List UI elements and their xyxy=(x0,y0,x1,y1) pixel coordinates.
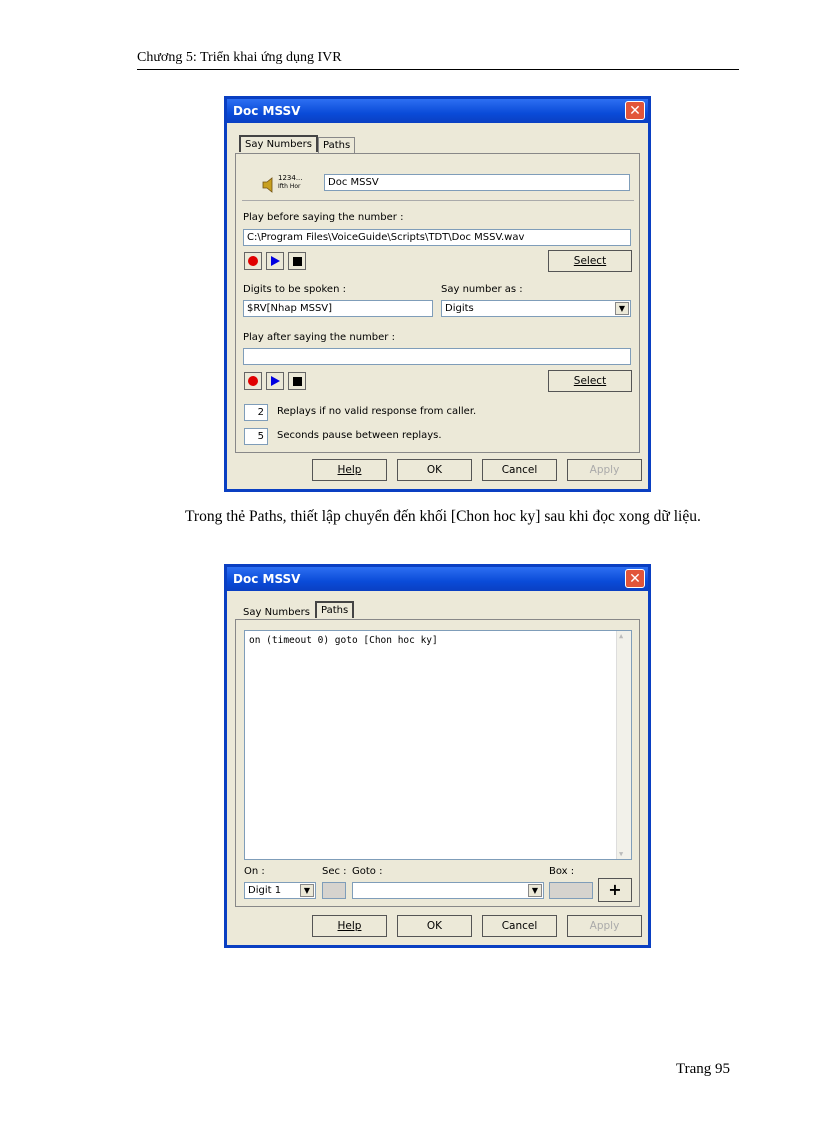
cancel-button[interactable]: Cancel xyxy=(482,459,557,481)
paths-dialog: Doc MSSV ✕ Say Numbers Paths on (timeout… xyxy=(224,564,651,948)
body-paragraph: Trong thẻ Paths, thiết lập chuyển đến kh… xyxy=(137,503,737,531)
play-after-label: Play after saying the number : xyxy=(243,332,395,343)
divider xyxy=(242,200,634,201)
scrollbar[interactable]: ▲ ▼ xyxy=(616,631,631,859)
ok-label: OK xyxy=(426,920,443,932)
goto-label: Goto : xyxy=(352,866,383,877)
select-after-button[interactable]: Select xyxy=(548,370,632,392)
digits-field[interactable]: $RV[Nhap MSSV] xyxy=(243,300,433,317)
stop-icon xyxy=(293,257,302,266)
say-as-label: Say number as : xyxy=(441,284,523,295)
digits-label: Digits to be spoken : xyxy=(243,284,346,295)
say-as-select[interactable]: Digits ▼ xyxy=(441,300,631,317)
paths-text: on (timeout 0) goto [Chon hoc ky] xyxy=(249,635,438,646)
say-as-value: Digits xyxy=(445,303,474,314)
paths-textarea[interactable]: on (timeout 0) goto [Chon hoc ky] ▲ ▼ xyxy=(244,630,632,860)
apply-button[interactable]: Apply xyxy=(567,915,642,937)
chevron-down-icon[interactable]: ▼ xyxy=(300,884,314,897)
dialog-titlebar: Doc MSSV ✕ xyxy=(227,567,648,591)
scroll-down-icon[interactable]: ▼ xyxy=(619,850,623,858)
replays-label: Replays if no valid response from caller… xyxy=(277,406,477,417)
play-before-field[interactable]: C:\Program Files\VoiceGuide\Scripts\TDT\… xyxy=(243,229,631,246)
close-icon[interactable]: ✕ xyxy=(625,569,645,588)
stop-icon xyxy=(293,377,302,386)
cancel-label: Cancel xyxy=(501,920,538,932)
sec-input[interactable] xyxy=(322,882,346,899)
on-select[interactable]: Digit 1 ▼ xyxy=(244,882,316,899)
tab-panel: on (timeout 0) goto [Chon hoc ky] ▲ ▼ On… xyxy=(235,619,640,907)
goto-select[interactable]: ▼ xyxy=(352,882,544,899)
ok-label: OK xyxy=(426,464,443,476)
pause-input[interactable]: 5 xyxy=(244,428,268,445)
record-icon xyxy=(248,376,258,386)
page-header: Chương 5: Triển khai ứng dụng IVR xyxy=(137,50,739,70)
apply-label: Apply xyxy=(589,464,620,476)
cancel-button[interactable]: Cancel xyxy=(482,915,557,937)
play-before-label: Play before saying the number : xyxy=(243,212,404,223)
select-label: Select xyxy=(573,255,607,267)
say-numbers-dialog: Doc MSSV ✕ Say Numbers Paths 1234... Ift… xyxy=(224,96,651,492)
scroll-up-icon[interactable]: ▲ xyxy=(619,632,623,640)
help-label: Help xyxy=(337,464,362,476)
help-button[interactable]: Help xyxy=(312,459,387,481)
tab-paths[interactable]: Paths xyxy=(318,137,356,154)
on-label: On : xyxy=(244,866,265,877)
plus-icon: + xyxy=(608,880,622,899)
select-before-button[interactable]: Select xyxy=(548,250,632,272)
speaker-icon: 1234... Ifth Hor xyxy=(262,174,308,194)
tab-say-numbers[interactable]: Say Numbers xyxy=(239,135,318,152)
dialog-titlebar: Doc MSSV ✕ xyxy=(227,99,648,123)
play-after-field[interactable] xyxy=(243,348,631,365)
add-path-button[interactable]: + xyxy=(598,878,632,902)
stop-button[interactable] xyxy=(288,372,306,390)
page-number: Trang 95 xyxy=(676,1061,731,1077)
play-icon xyxy=(271,256,280,266)
play-button[interactable] xyxy=(266,252,284,270)
help-label: Help xyxy=(337,920,362,932)
record-button[interactable] xyxy=(244,252,262,270)
paragraph-text: Trong thẻ Paths, thiết lập chuyển đến kh… xyxy=(185,508,701,525)
record-button[interactable] xyxy=(244,372,262,390)
record-icon xyxy=(248,256,258,266)
ok-button[interactable]: OK xyxy=(397,459,472,481)
pause-label: Seconds pause between replays. xyxy=(277,430,442,441)
apply-label: Apply xyxy=(589,920,620,932)
tab-paths[interactable]: Paths xyxy=(315,601,355,618)
on-value: Digit 1 xyxy=(248,885,282,896)
play-icon xyxy=(271,376,280,386)
help-button[interactable]: Help xyxy=(312,915,387,937)
box-label: Box : xyxy=(549,866,575,877)
dialog-title: Doc MSSV xyxy=(233,104,301,118)
dialog-title: Doc MSSV xyxy=(233,572,301,586)
sec-label: Sec : xyxy=(322,866,347,877)
icon-line-1: 1234... xyxy=(278,174,303,182)
icon-line-2: Ifth Hor xyxy=(278,183,301,190)
apply-button[interactable]: Apply xyxy=(567,459,642,481)
chevron-down-icon[interactable]: ▼ xyxy=(528,884,542,897)
stop-button[interactable] xyxy=(288,252,306,270)
cancel-label: Cancel xyxy=(501,464,538,476)
name-field[interactable]: Doc MSSV xyxy=(324,174,630,191)
close-icon[interactable]: ✕ xyxy=(625,101,645,120)
tab-panel: 1234... Ifth Hor Doc MSSV Play before sa… xyxy=(235,153,640,453)
chevron-down-icon[interactable]: ▼ xyxy=(615,302,629,315)
select-label: Select xyxy=(573,375,607,387)
play-button[interactable] xyxy=(266,372,284,390)
ok-button[interactable]: OK xyxy=(397,915,472,937)
replays-input[interactable]: 2 xyxy=(244,404,268,421)
box-input[interactable] xyxy=(549,882,593,899)
